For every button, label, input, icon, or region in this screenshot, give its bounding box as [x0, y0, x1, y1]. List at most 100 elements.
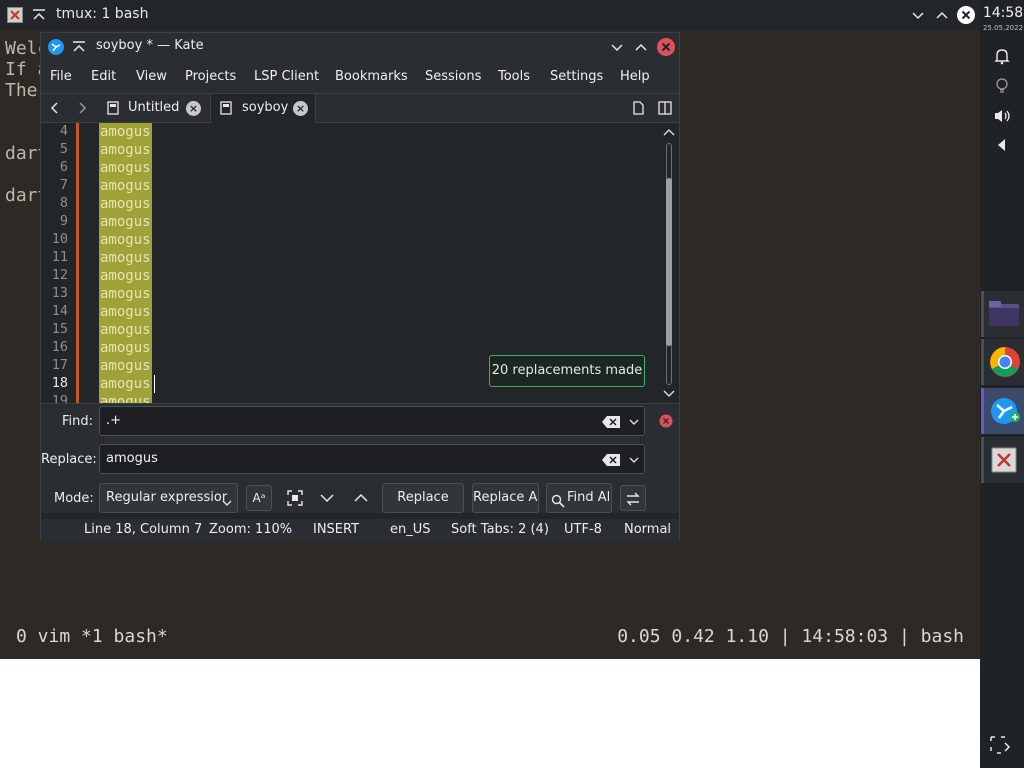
- code-line[interactable]: amogus: [99, 249, 152, 267]
- tmux-status-right: 0.05 0.42 1.10 | 14:58:03 | bash: [617, 626, 964, 647]
- tab-back-icon[interactable]: [48, 101, 62, 119]
- keep-above-icon[interactable]: [71, 39, 87, 59]
- file-manager-task[interactable]: [981, 291, 1024, 337]
- cursor-position[interactable]: Line 18, Column 7: [84, 522, 202, 537]
- replace-button[interactable]: Replace: [382, 483, 464, 513]
- code-line[interactable]: amogus: [99, 321, 152, 339]
- replace-input[interactable]: amogus: [99, 444, 645, 474]
- selection-only-icon[interactable]: [284, 487, 310, 513]
- show-desktop-icon[interactable]: [988, 734, 1014, 760]
- code-line[interactable]: amogus: [99, 231, 152, 249]
- chrome-icon: [989, 346, 1021, 382]
- scrollbar-thumb[interactable]: [666, 178, 672, 346]
- new-document-icon[interactable]: [631, 101, 645, 119]
- code-line[interactable]: amogus: [99, 357, 152, 375]
- menu-lsp-client[interactable]: LSP Client: [254, 69, 319, 84]
- clock-time[interactable]: 14:58: [982, 5, 1024, 21]
- close-icon[interactable]: [956, 5, 976, 25]
- find-previous-icon[interactable]: [352, 489, 378, 515]
- code-line[interactable]: amogus: [99, 393, 152, 403]
- chrome-task[interactable]: [981, 339, 1024, 385]
- minimize-icon[interactable]: [910, 7, 926, 23]
- scroll-up-icon[interactable]: [662, 126, 676, 142]
- chevron-down-icon[interactable]: [628, 416, 640, 428]
- code-line[interactable]: amogus: [99, 141, 152, 159]
- menu-bookmarks[interactable]: Bookmarks: [335, 69, 408, 84]
- tab-forward-icon[interactable]: [75, 101, 89, 119]
- code-line[interactable]: amogus: [99, 195, 152, 213]
- keep-above-icon[interactable]: [31, 7, 47, 23]
- menu-settings[interactable]: Settings: [550, 69, 603, 84]
- chevron-down-icon: [221, 492, 233, 512]
- kate-app-icon[interactable]: [47, 38, 65, 60]
- minimize-icon[interactable]: [609, 39, 625, 59]
- code-line[interactable]: amogus: [99, 213, 152, 231]
- chevron-down-icon[interactable]: [628, 454, 640, 466]
- menu-tools[interactable]: Tools: [498, 69, 530, 84]
- zoom-level[interactable]: Zoom: 110%: [209, 522, 292, 537]
- menu-file[interactable]: File: [50, 69, 72, 84]
- find-input[interactable]: .+: [99, 406, 645, 436]
- terminal-line: The: [5, 80, 38, 101]
- match-case-button[interactable]: Aᵃ: [246, 485, 272, 511]
- tab-close-icon[interactable]: ×: [293, 101, 308, 116]
- dictionary-locale[interactable]: en_US: [390, 522, 431, 537]
- kate-task[interactable]: [981, 388, 1024, 434]
- code-line[interactable]: amogus: [99, 267, 152, 285]
- find-all-button[interactable]: Find All: [546, 483, 612, 513]
- menu-projects[interactable]: Projects: [185, 69, 236, 84]
- volume-icon[interactable]: [992, 106, 1012, 126]
- find-next-icon[interactable]: [318, 489, 344, 515]
- input-mode[interactable]: INSERT: [313, 522, 359, 537]
- clear-text-icon[interactable]: [602, 416, 620, 428]
- indentation-setting[interactable]: Soft Tabs: 2 (4): [451, 522, 549, 537]
- encoding[interactable]: UTF-8: [564, 522, 602, 537]
- line-number: 5: [59, 141, 68, 157]
- tmux-window-list: 0 vim *1 bash*: [16, 626, 168, 647]
- line-number: 16: [51, 339, 68, 355]
- tab-label: Untitled: [128, 100, 180, 115]
- code-line[interactable]: amogus: [99, 177, 152, 195]
- tab-untitled[interactable]: Untitled ×: [98, 94, 210, 123]
- close-icon[interactable]: [656, 37, 676, 61]
- menu-help[interactable]: Help: [620, 69, 650, 84]
- code-line[interactable]: amogus: [99, 159, 152, 177]
- line-number: 7: [59, 177, 68, 193]
- replace-all-button[interactable]: Replace All: [472, 483, 539, 513]
- maximize-icon[interactable]: [633, 39, 649, 59]
- arrow-left-icon[interactable]: [992, 135, 1012, 155]
- tab-label: soyboy: [242, 100, 289, 115]
- line-number: 4: [59, 123, 68, 139]
- clear-text-icon[interactable]: [602, 454, 620, 466]
- menu-edit[interactable]: Edit: [91, 69, 116, 84]
- terminal-task[interactable]: [981, 437, 1024, 483]
- syntax-mode[interactable]: Normal: [624, 522, 671, 537]
- search-options-button[interactable]: [620, 485, 646, 511]
- match-case-icon: Aᵃ: [252, 491, 266, 505]
- kate-titlebar: soyboy * — Kate: [41, 33, 679, 61]
- lightbulb-icon[interactable]: [992, 76, 1012, 96]
- bell-icon[interactable]: [992, 46, 1012, 66]
- line-number: 18: [51, 375, 68, 391]
- vertical-scrollbar[interactable]: [659, 123, 679, 403]
- code-line[interactable]: amogus: [99, 303, 152, 321]
- code-line[interactable]: amogus: [99, 375, 152, 393]
- code-line[interactable]: amogus: [99, 123, 152, 141]
- scroll-down-icon[interactable]: [662, 388, 676, 403]
- tab-close-icon[interactable]: ×: [186, 101, 201, 116]
- code-line[interactable]: amogus: [99, 285, 152, 303]
- maximize-icon[interactable]: [934, 7, 950, 23]
- menu-sessions[interactable]: Sessions: [425, 69, 481, 84]
- close-search-icon[interactable]: [659, 414, 673, 432]
- menu-view[interactable]: View: [136, 69, 167, 84]
- tab-soyboy[interactable]: soyboy ×: [210, 94, 316, 123]
- editor-area[interactable]: 4 5 6 7 8 9 10 11 12 13 14 15 16 17 18 19 amogus amogus a…: [41, 123, 679, 403]
- split-view-icon[interactable]: [658, 101, 672, 119]
- mode-value: Regular expressior: [106, 490, 228, 505]
- text-cursor: [154, 375, 155, 393]
- mode-select[interactable]: Regular expressior: [99, 483, 238, 513]
- folder-icon: [988, 299, 1020, 333]
- terminal-titlebar: tmux: 1 bash: [0, 0, 980, 30]
- code-line[interactable]: amogus: [99, 339, 152, 357]
- line-number: 15: [51, 321, 68, 337]
